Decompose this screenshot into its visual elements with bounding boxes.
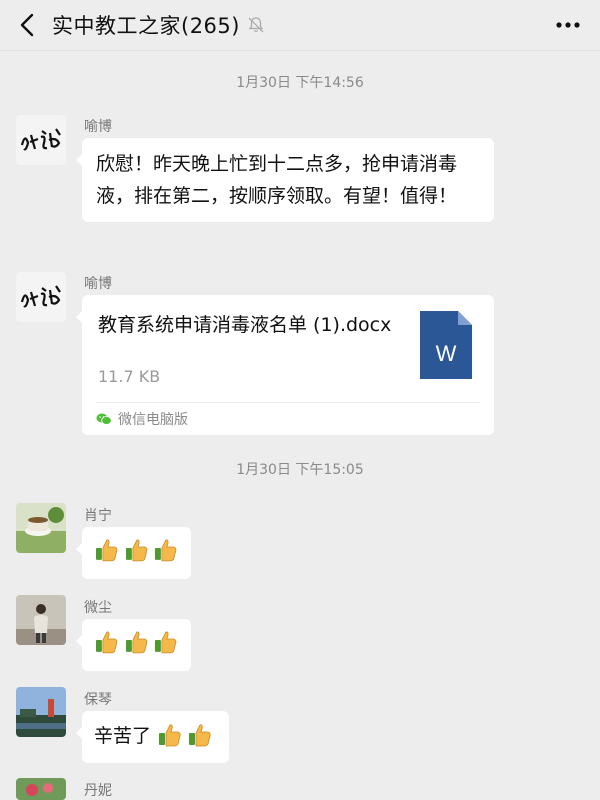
thumbs-up-icon (189, 723, 211, 746)
message-text: 辛苦了 (94, 725, 152, 747)
timestamp: 1月30日 下午14:56 (236, 75, 364, 91)
thumbs-up-icon (155, 631, 177, 654)
message-bubble[interactable]: 欣慰！昨天晚上忙到十二点多，抢申请消毒液，排在第二，按顺序领取。有望！值得！ (76, 138, 494, 222)
message-bubble[interactable] (76, 619, 191, 671)
chat-header: 实中教工之家(265) (0, 0, 600, 51)
file-source: 微信电脑版 (96, 409, 188, 429)
file-source-label: 微信电脑版 (118, 412, 188, 428)
thumbs-up-icon (95, 631, 118, 654)
file-name: 教育系统申请消毒液名单 (1).docx (98, 314, 392, 336)
sender-name: 肖宁 (84, 508, 112, 524)
chevron-left-icon (20, 13, 34, 37)
thumbs-up-icon (125, 539, 148, 562)
message-bubble[interactable] (76, 527, 191, 579)
emoji-row (82, 527, 191, 573)
thumbs-up-icon (159, 723, 181, 746)
emoji-row (82, 619, 191, 665)
calligraphy-avatar-icon (16, 115, 66, 165)
avatar[interactable] (16, 778, 66, 800)
sender-name: 丹妮 (84, 783, 112, 799)
word-icon-letter: W (436, 341, 457, 366)
landscape-photo-avatar (16, 687, 66, 737)
back-button[interactable] (12, 9, 44, 41)
more-button[interactable] (554, 13, 582, 37)
avatar[interactable] (16, 595, 66, 645)
calligraphy-avatar-icon (16, 272, 66, 322)
message-bubble[interactable]: 辛苦了 (76, 711, 229, 763)
thumbs-up-icon (155, 539, 177, 562)
chat-title-group: 实中教工之家(265) (52, 10, 266, 40)
file-message-card[interactable]: 教育系统申请消毒液名单 (1).docx 11.7 KB W 微信电脑版 (76, 295, 494, 435)
chat-title: 实中教工之家(265) (52, 14, 240, 38)
sender-name: 保琴 (84, 692, 112, 708)
file-size: 11.7 KB (98, 367, 161, 386)
message-text: 欣慰！昨天晚上忙到十二点多，抢申请消毒液，排在第二，按顺序领取。有望！值得！ (96, 153, 458, 207)
sender-name: 微尘 (84, 600, 112, 616)
tea-cup-photo-avatar (16, 503, 66, 553)
timestamp: 1月30日 下午15:05 (236, 462, 364, 478)
person-photo-avatar (16, 595, 66, 645)
divider (96, 402, 480, 403)
avatar[interactable] (16, 115, 66, 165)
avatar[interactable] (16, 503, 66, 553)
bell-muted-icon (248, 17, 264, 33)
word-document-icon: W (420, 311, 472, 379)
thumbs-up-icon (125, 631, 148, 654)
avatar[interactable] (16, 687, 66, 737)
more-dots-icon (556, 22, 580, 28)
wechat-icon (96, 413, 112, 425)
sender-name: 喻博 (84, 119, 112, 135)
thumbs-up-icon (95, 539, 118, 562)
flower-photo-avatar (16, 778, 66, 800)
sender-name: 喻博 (84, 276, 112, 292)
emoji-row: 辛苦了 (82, 711, 229, 758)
avatar[interactable] (16, 272, 66, 322)
